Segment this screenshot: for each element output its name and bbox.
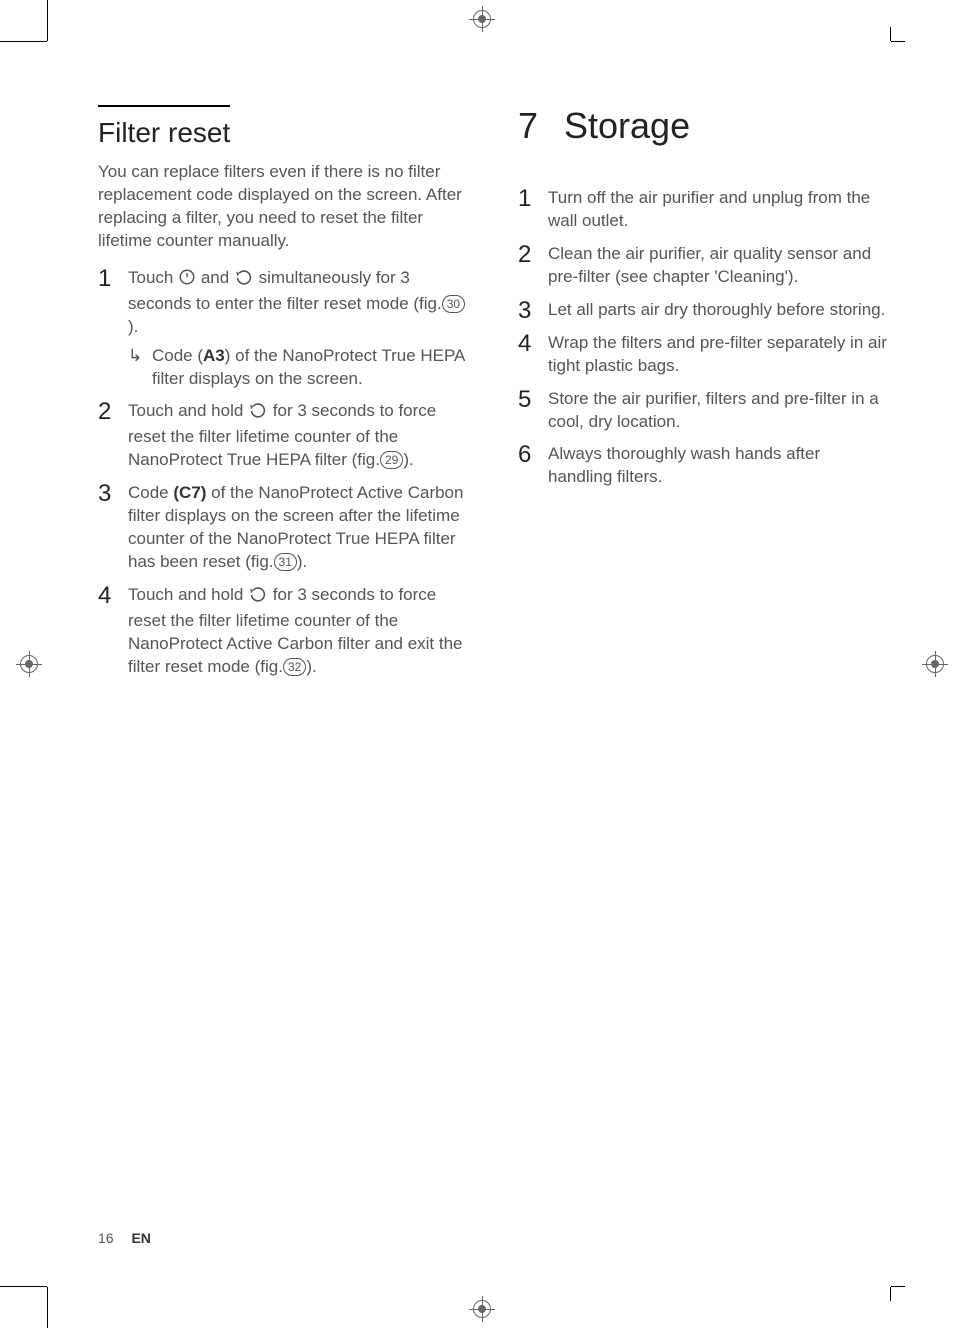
crop-mark	[891, 1286, 905, 1287]
text: ).	[403, 450, 413, 469]
page-content: Filter reset You can replace filters eve…	[98, 105, 888, 689]
storage-step-4: Wrap the filters and pre-filter separate…	[518, 332, 888, 378]
registration-mark-icon	[473, 1300, 491, 1318]
filter-reset-step-1: Touch and simultaneously for 3 seconds t…	[98, 267, 468, 391]
registration-mark-icon	[473, 10, 491, 28]
text: and	[201, 268, 234, 287]
language-code: EN	[131, 1230, 150, 1246]
crop-mark	[0, 41, 47, 42]
storage-step-5: Store the air purifier, filters and pre-…	[518, 388, 888, 434]
code-a3: A3	[203, 346, 225, 365]
storage-step-6: Always thoroughly wash hands after handl…	[518, 443, 888, 489]
reset-icon	[248, 587, 268, 610]
filter-reset-steps: Touch and simultaneously for 3 seconds t…	[98, 267, 468, 679]
text: Touch and hold	[128, 585, 248, 604]
crop-mark	[47, 1287, 48, 1328]
text: Touch	[128, 268, 178, 287]
text: ).	[297, 552, 307, 571]
text: Code (	[152, 346, 203, 365]
chapter-name: Storage	[564, 105, 690, 146]
registration-mark-icon	[926, 655, 944, 673]
filter-reset-step-4: Touch and hold for 3 seconds to force re…	[98, 584, 468, 679]
code-c7: (C7)	[173, 483, 206, 502]
page-footer: 16 EN	[98, 1230, 151, 1246]
section-title-filter-reset: Filter reset	[98, 105, 230, 149]
storage-step-2: Clean the air purifier, air quality sens…	[518, 243, 888, 289]
filter-reset-step-1-sub: Code (A3) of the NanoProtect True HEPA f…	[128, 345, 468, 391]
crop-mark	[890, 1287, 891, 1301]
reset-icon	[248, 403, 268, 426]
left-column: Filter reset You can replace filters eve…	[98, 105, 468, 689]
chapter-number: 7	[518, 105, 554, 147]
text: Code	[128, 483, 173, 502]
crop-mark	[47, 0, 48, 41]
storage-step-3: Let all parts air dry thoroughly before …	[518, 299, 888, 322]
filter-reset-step-2: Touch and hold for 3 seconds to force re…	[98, 400, 468, 472]
filter-reset-intro: You can replace filters even if there is…	[98, 161, 468, 253]
crop-mark	[0, 1286, 47, 1287]
sub-item: Code (A3) of the NanoProtect True HEPA f…	[128, 345, 468, 391]
filter-reset-step-3: Code (C7) of the NanoProtect Active Carb…	[98, 482, 468, 574]
storage-step-1: Turn off the air purifier and unplug fro…	[518, 187, 888, 233]
reset-icon	[234, 270, 254, 293]
chapter-title-storage: 7 Storage	[518, 105, 888, 147]
text: Touch and hold	[128, 401, 248, 420]
crop-mark	[890, 27, 891, 41]
text: ).	[128, 317, 138, 336]
page-number: 16	[98, 1230, 114, 1246]
power-icon	[178, 268, 196, 293]
text: ).	[306, 657, 316, 676]
registration-mark-icon	[20, 655, 38, 673]
crop-mark	[891, 41, 905, 42]
storage-steps: Turn off the air purifier and unplug fro…	[518, 187, 888, 489]
fig-ref: 31	[274, 553, 297, 571]
fig-ref: 32	[283, 658, 306, 676]
fig-ref: 29	[380, 451, 403, 469]
fig-ref: 30	[442, 295, 465, 313]
right-column: 7 Storage Turn off the air purifier and …	[518, 105, 888, 689]
